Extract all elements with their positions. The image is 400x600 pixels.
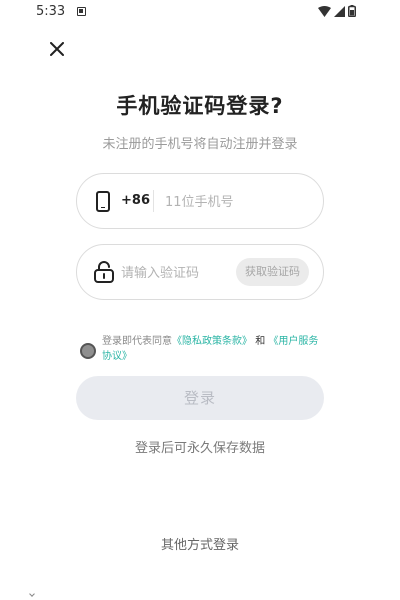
close-icon (50, 42, 64, 56)
agreement-prefix: 登录即代表同意 (102, 336, 172, 347)
agreement-text: 登录即代表同意《隐私政策条款》 和 《用户服务协议》 (102, 334, 328, 364)
get-code-button[interactable]: 获取验证码 (236, 258, 309, 286)
lock-icon (94, 261, 114, 283)
divider (153, 190, 154, 212)
save-note: 登录后可永久保存数据 (134, 441, 265, 456)
back-gesture-icon (29, 591, 35, 597)
country-code[interactable]: +86 (121, 193, 150, 208)
phone-field[interactable]: +86 (76, 173, 324, 229)
phone-icon (96, 191, 110, 212)
agreement-and: 和 (255, 336, 266, 347)
page-subtitle: 未注册的手机号将自动注册并登录 (102, 137, 298, 152)
status-bar: 5:33 (0, 0, 400, 24)
privacy-policy-link[interactable]: 《隐私政策条款》 (172, 336, 252, 347)
login-button[interactable]: 登录 (76, 376, 324, 420)
notification-icon (77, 7, 86, 16)
phone-input[interactable] (165, 186, 315, 218)
wifi-icon (318, 5, 331, 17)
other-login-link[interactable]: 其他方式登录 (0, 534, 400, 553)
status-time: 5:33 (36, 4, 66, 19)
agreement-checkbox[interactable] (80, 343, 96, 359)
close-button[interactable] (44, 36, 70, 62)
page-title: 手机验证码登录? (116, 94, 284, 118)
code-input[interactable] (121, 257, 231, 289)
battery-icon (348, 5, 356, 17)
signal-icon (334, 5, 345, 17)
code-field[interactable]: 获取验证码 (76, 244, 324, 300)
status-icons (318, 5, 356, 17)
